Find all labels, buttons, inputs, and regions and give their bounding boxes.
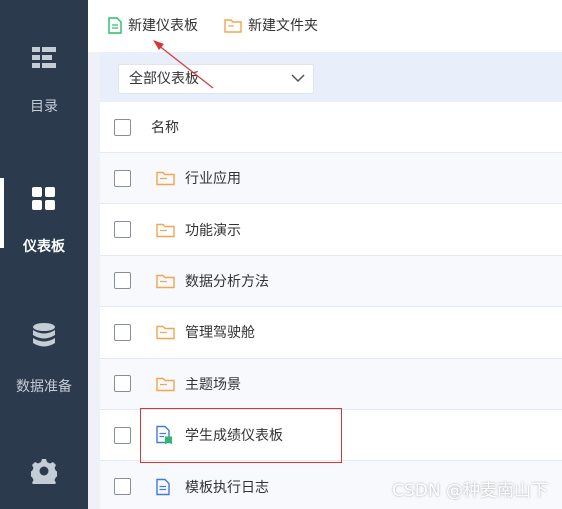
toolbar: 新建仪表板 新建文件夹 — [88, 0, 562, 52]
sidebar-item-label: 仪表板 — [23, 239, 65, 255]
filter-selected-value: 全部仪表板 — [129, 71, 199, 87]
row-checkbox[interactable] — [114, 221, 131, 239]
folder-icon — [156, 223, 175, 237]
row-label: 行业应用 — [185, 171, 241, 188]
row-label: 数据分析方法 — [185, 273, 269, 290]
dashboard-list: 名称 行业应用 功能演示 数据分析方法 管理驾驶舱 主题场景 学生成绩仪表板 模… — [100, 102, 562, 509]
sidebar-item-label: 目录 — [30, 99, 58, 115]
sidebar-item-label: 数据准备 — [16, 379, 72, 395]
new-dashboard-icon — [108, 16, 122, 34]
chevron-down-icon — [291, 74, 305, 83]
sidebar: 目录 仪表板 数据准备 — [0, 0, 88, 509]
new-dashboard-button[interactable]: 新建仪表板 — [108, 15, 198, 35]
list-item[interactable]: 管理驾驶舱 — [100, 307, 562, 359]
row-label: 模板执行日志 — [185, 479, 269, 496]
row-label: 学生成绩仪表板 — [185, 428, 283, 445]
row-label: 管理驾驶舱 — [185, 325, 255, 342]
dashboard-file-icon — [156, 425, 172, 445]
database-icon — [33, 323, 55, 347]
row-checkbox[interactable] — [114, 478, 131, 496]
folder-icon — [156, 377, 175, 391]
row-checkbox[interactable] — [114, 323, 131, 341]
filter-bar: 全部仪表板 — [100, 52, 562, 102]
settings-gear-icon — [31, 459, 57, 484]
sidebar-item-dashboard[interactable]: 仪表板 — [0, 178, 88, 256]
list-item[interactable]: 行业应用 — [100, 153, 562, 205]
row-checkbox[interactable] — [114, 426, 131, 444]
select-all-checkbox[interactable] — [114, 118, 131, 136]
dashboard-filter-select[interactable]: 全部仪表板 — [118, 64, 314, 94]
column-header-name: 名称 — [151, 120, 179, 136]
sidebar-item-catalog[interactable]: 目录 — [0, 44, 88, 116]
sidebar-item-settings[interactable] — [0, 458, 88, 484]
new-dashboard-label: 新建仪表板 — [128, 18, 198, 34]
watermark: CSDN @种麦南山下 — [392, 481, 548, 501]
dashboard-icon — [32, 187, 55, 210]
main-panel: 新建仪表板 新建文件夹 全部仪表板 名称 行业应用 功能演示 数据分析方法 管理… — [88, 0, 562, 509]
list-item[interactable]: 数据分析方法 — [100, 255, 562, 308]
list-item[interactable]: 主题场景 — [100, 358, 562, 410]
row-label: 功能演示 — [185, 222, 241, 239]
list-header: 名称 — [100, 102, 562, 153]
folder-icon — [156, 171, 175, 186]
row-checkbox[interactable] — [114, 375, 131, 393]
list-item[interactable]: 学生成绩仪表板 — [100, 409, 562, 462]
folder-icon — [224, 18, 242, 33]
list-item[interactable]: 功能演示 — [100, 204, 562, 256]
sidebar-item-data-prep[interactable]: 数据准备 — [0, 322, 88, 396]
dashboard-file-icon — [156, 478, 170, 495]
row-checkbox[interactable] — [114, 169, 131, 187]
row-checkbox[interactable] — [114, 272, 131, 290]
row-label: 主题场景 — [185, 376, 241, 393]
folder-icon — [156, 326, 175, 340]
catalog-icon — [32, 47, 56, 68]
new-folder-label: 新建文件夹 — [248, 18, 318, 34]
folder-icon — [156, 274, 175, 289]
new-folder-button[interactable]: 新建文件夹 — [224, 15, 318, 35]
